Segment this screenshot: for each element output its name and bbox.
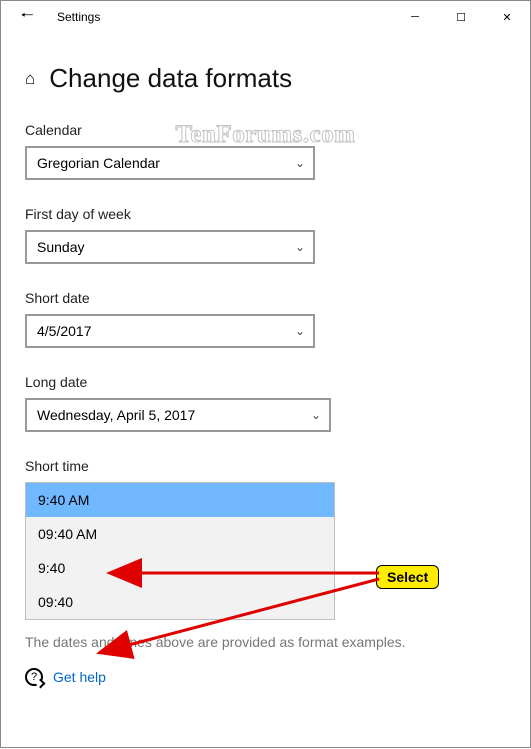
- first-day-label: First day of week: [25, 206, 506, 222]
- chevron-down-icon: ⌄: [311, 408, 321, 422]
- short-time-option[interactable]: 09:40: [26, 585, 334, 619]
- help-icon: ?: [25, 668, 43, 686]
- content-area: ⌂ Change data formats Calendar Gregorian…: [1, 33, 530, 686]
- short-date-value: 4/5/2017: [37, 323, 92, 339]
- annotation-badge: Select: [376, 565, 439, 589]
- back-button[interactable]: 🠐: [9, 1, 45, 33]
- first-day-dropdown[interactable]: Sunday ⌄: [25, 230, 315, 264]
- page-header: ⌂ Change data formats: [25, 63, 506, 94]
- app-title: Settings: [57, 10, 100, 24]
- calendar-field: Calendar Gregorian Calendar ⌄: [25, 122, 506, 180]
- page-title: Change data formats: [49, 63, 292, 94]
- chevron-down-icon: ⌄: [295, 156, 305, 170]
- chevron-down-icon: ⌄: [295, 240, 305, 254]
- long-date-field: Long date Wednesday, April 5, 2017 ⌄: [25, 374, 506, 432]
- short-time-label: Short time: [25, 458, 506, 474]
- short-date-dropdown[interactable]: 4/5/2017 ⌄: [25, 314, 315, 348]
- long-date-dropdown[interactable]: Wednesday, April 5, 2017 ⌄: [25, 398, 331, 432]
- calendar-label: Calendar: [25, 122, 506, 138]
- minimize-button[interactable]: ─: [392, 1, 438, 33]
- chevron-down-icon: ⌄: [295, 324, 305, 338]
- first-day-value: Sunday: [37, 239, 84, 255]
- close-button[interactable]: ✕: [484, 1, 530, 33]
- short-time-option[interactable]: 9:40 AM: [26, 483, 334, 517]
- short-date-field: Short date 4/5/2017 ⌄: [25, 290, 506, 348]
- short-time-option[interactable]: 9:40: [26, 551, 334, 585]
- help-row: ? Get help: [25, 668, 506, 686]
- get-help-link[interactable]: Get help: [53, 669, 106, 685]
- home-icon[interactable]: ⌂: [25, 69, 35, 89]
- calendar-value: Gregorian Calendar: [37, 155, 160, 171]
- long-date-value: Wednesday, April 5, 2017: [37, 407, 195, 423]
- long-date-label: Long date: [25, 374, 506, 390]
- maximize-button[interactable]: ☐: [438, 1, 484, 33]
- window-controls: ─ ☐ ✕: [392, 1, 530, 33]
- short-date-label: Short date: [25, 290, 506, 306]
- short-time-field: Short time 9:40 AM 09:40 AM 9:40 09:40: [25, 458, 506, 620]
- title-bar: 🠐 Settings ─ ☐ ✕: [1, 1, 530, 33]
- first-day-field: First day of week Sunday ⌄: [25, 206, 506, 264]
- short-time-option[interactable]: 09:40 AM: [26, 517, 334, 551]
- short-time-dropdown-open: 9:40 AM 09:40 AM 9:40 09:40: [25, 482, 335, 620]
- format-note: The dates and times above are provided a…: [25, 634, 506, 650]
- calendar-dropdown[interactable]: Gregorian Calendar ⌄: [25, 146, 315, 180]
